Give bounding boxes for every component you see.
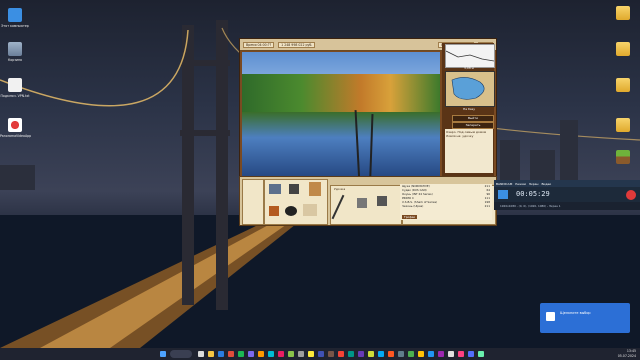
app-icon-7[interactable] <box>288 351 294 357</box>
desktop-icon-this-pc[interactable]: Этот компьютер <box>0 8 30 28</box>
taskbar: 13:45 05.07.2024 <box>0 348 640 360</box>
app-icon-21[interactable] <box>448 351 454 357</box>
catch-row: Чехонь (Ulpas) 211 <box>402 204 490 208</box>
lake-map-shape <box>451 77 485 100</box>
reel-icon <box>289 184 299 194</box>
app-icon-9[interactable] <box>308 351 314 357</box>
app-icon-12[interactable] <box>358 351 364 357</box>
desktop-icon-textfile[interactable]: Подключ. VPN.txt <box>0 78 30 98</box>
app-icon-3[interactable] <box>248 351 254 357</box>
app-icon-24[interactable] <box>478 351 484 357</box>
desktop-icon-label: PanoramaVideoApp <box>0 134 32 138</box>
net-icon <box>303 204 317 216</box>
monitor-icon <box>8 8 22 22</box>
desktop-icon-recycle-bin[interactable]: Корзина <box>0 42 30 62</box>
rod-icon <box>331 194 345 220</box>
folder-icon <box>616 42 630 56</box>
app-icon-17[interactable] <box>408 351 414 357</box>
folder-icon <box>616 6 630 20</box>
app-icon-14[interactable] <box>378 351 384 357</box>
clock-date: 05.07.2024 <box>617 354 636 358</box>
desktop-folder-2[interactable] <box>608 42 638 58</box>
scene-forest <box>242 74 440 114</box>
desktop-folder-3[interactable] <box>608 78 638 94</box>
screen-mode-icon[interactable] <box>498 190 508 199</box>
text-file-icon <box>8 78 22 92</box>
app-icon-6[interactable] <box>278 351 284 357</box>
desktop-icon-label: Корзина <box>7 58 23 62</box>
app-icon <box>8 118 22 132</box>
trophies-button[interactable]: Трофеи <box>402 215 418 219</box>
app-icon-11[interactable] <box>348 351 354 357</box>
notification-toast[interactable]: Щелкните выбор <box>540 303 630 333</box>
app-icon-8[interactable] <box>298 351 304 357</box>
app-icon-20[interactable] <box>438 351 444 357</box>
line-spool-icon <box>377 196 387 206</box>
app-icon-1[interactable] <box>228 351 234 357</box>
stop-recording-button[interactable] <box>626 190 636 200</box>
start-button[interactable] <box>160 351 166 357</box>
edge-icon[interactable] <box>218 351 224 357</box>
recorder-resolution: 1920x1080 - (0, 0), (1920, 1080) - Экран… <box>494 202 640 210</box>
notification-icon <box>546 312 555 321</box>
desktop-minecraft[interactable] <box>608 150 638 166</box>
game-time: Время 04:00:?? <box>243 41 275 48</box>
tackle-slot[interactable]: Удочка <box>330 185 402 225</box>
reel-slot-icon <box>357 198 367 208</box>
catch-list: Щука (NORMATIVE) 211 Судак (RUS CAN) 64 Ок… <box>400 184 492 220</box>
depth-label: 3,08 м <box>464 66 474 70</box>
app-icon-15[interactable] <box>388 351 394 357</box>
minecraft-icon <box>616 150 630 164</box>
app-icon-22[interactable] <box>458 351 464 357</box>
bag-slot[interactable] <box>264 179 328 225</box>
desktop-icon-app[interactable]: PanoramaVideoApp <box>0 118 32 138</box>
recorder-toolbar: BANDICAM Режим Экран Видео 00:05:29 1920… <box>494 180 640 210</box>
folder-icon <box>616 118 630 132</box>
recording-timer: 00:05:29 <box>516 190 550 198</box>
notification-text: Щелкните выбор <box>560 311 591 315</box>
lake-name: На базу <box>462 107 476 111</box>
search-box[interactable] <box>170 350 192 358</box>
explorer-icon[interactable] <box>208 351 214 357</box>
app-icon-23[interactable] <box>468 351 474 357</box>
desktop-folder-4[interactable] <box>608 118 638 134</box>
game-money: 1 248 998 022 руб. <box>278 41 316 48</box>
recorder-title: BANDICAM <box>496 181 513 186</box>
tab-mode[interactable]: Режим <box>515 182 526 186</box>
desktop-folder-1[interactable] <box>608 6 638 22</box>
app-icon-16[interactable] <box>398 351 404 357</box>
tackle-box-icon <box>269 184 281 194</box>
depth-chart <box>445 44 495 68</box>
app-icon-18[interactable] <box>418 351 424 357</box>
app-icon-13[interactable] <box>368 351 374 357</box>
lock-button[interactable]: Запереть <box>452 122 494 129</box>
lake-map[interactable] <box>445 71 495 107</box>
recycle-bin-icon <box>8 42 22 56</box>
bait-box-icon <box>309 182 321 196</box>
tab-video[interactable]: Видео <box>542 182 552 186</box>
desktop-icon-label: Этот компьютер <box>1 24 29 28</box>
depth-graph <box>445 50 495 62</box>
desktop-icon-label: Подключ. VPN.txt <box>0 94 30 98</box>
bucket-icon <box>269 206 279 216</box>
task-view-icon[interactable] <box>198 351 204 357</box>
pot-icon <box>285 206 297 216</box>
recorder-tabs: BANDICAM Режим Экран Видео <box>494 180 640 187</box>
fishing-game-taskbar-icon[interactable] <box>328 351 334 357</box>
info-line: Ловля на: удочку <box>446 134 474 138</box>
app-icon-19[interactable] <box>428 351 434 357</box>
app-icon-10[interactable] <box>318 351 324 357</box>
folder-icon <box>616 78 630 92</box>
tackle-tab: Удочка <box>334 187 346 191</box>
app-icon-4[interactable] <box>258 351 264 357</box>
bait-slot[interactable] <box>242 179 264 225</box>
app-icon-2[interactable] <box>238 351 244 357</box>
app-icon-5[interactable] <box>268 351 274 357</box>
go-button[interactable]: Выйти <box>452 115 494 122</box>
bandicam-taskbar-icon[interactable] <box>338 351 344 357</box>
tab-screen[interactable]: Экран <box>529 182 539 186</box>
location-info: Озеро. Под самым домом Ловля на: удочку <box>445 129 493 173</box>
taskbar-clock[interactable]: 13:45 05.07.2024 <box>618 349 636 359</box>
